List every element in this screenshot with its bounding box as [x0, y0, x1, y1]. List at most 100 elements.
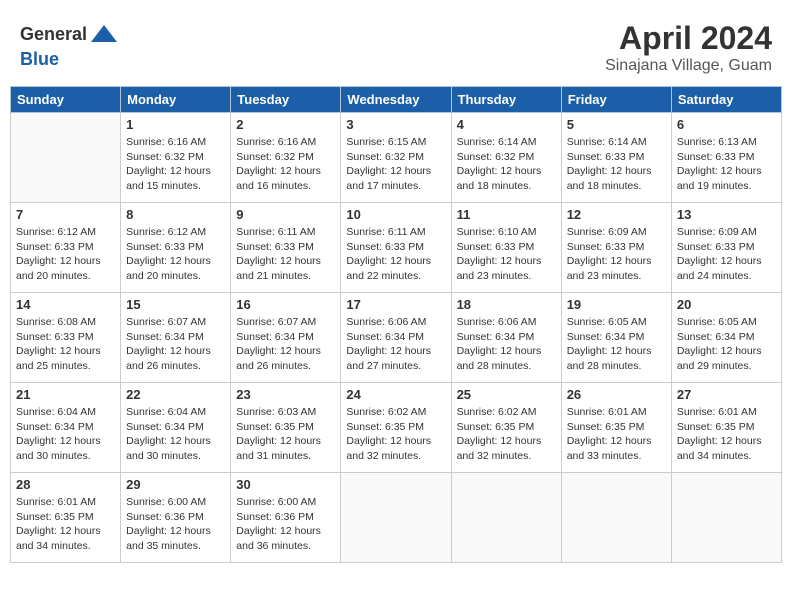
day-info: Sunrise: 6:01 AMSunset: 6:35 PMDaylight:…: [16, 495, 115, 554]
calendar-cell: [341, 473, 451, 563]
calendar-cell: 21 Sunrise: 6:04 AMSunset: 6:34 PMDayligh…: [11, 383, 121, 473]
day-info: Sunrise: 6:10 AMSunset: 6:33 PMDaylight:…: [457, 225, 556, 284]
day-number: 11: [457, 207, 556, 222]
calendar-table: SundayMondayTuesdayWednesdayThursdayFrid…: [10, 86, 782, 563]
calendar-cell: 14 Sunrise: 6:08 AMSunset: 6:33 PMDayligh…: [11, 293, 121, 383]
calendar-cell: 20 Sunrise: 6:05 AMSunset: 6:34 PMDayligh…: [671, 293, 781, 383]
logo-blue: Blue: [20, 49, 59, 69]
calendar-cell: 28 Sunrise: 6:01 AMSunset: 6:35 PMDayligh…: [11, 473, 121, 563]
week-row: 14 Sunrise: 6:08 AMSunset: 6:33 PMDayligh…: [11, 293, 782, 383]
title-block: April 2024 Sinajana Village, Guam: [605, 20, 772, 75]
day-number: 30: [236, 477, 335, 492]
calendar-cell: 8 Sunrise: 6:12 AMSunset: 6:33 PMDaylight…: [121, 203, 231, 293]
day-number: 10: [346, 207, 445, 222]
calendar-cell: [671, 473, 781, 563]
logo-general: General: [20, 24, 87, 44]
day-number: 13: [677, 207, 776, 222]
calendar-cell: 22 Sunrise: 6:04 AMSunset: 6:34 PMDayligh…: [121, 383, 231, 473]
day-number: 25: [457, 387, 556, 402]
calendar-cell: 30 Sunrise: 6:00 AMSunset: 6:36 PMDayligh…: [231, 473, 341, 563]
day-info: Sunrise: 6:15 AMSunset: 6:32 PMDaylight:…: [346, 135, 445, 194]
calendar-cell: 25 Sunrise: 6:02 AMSunset: 6:35 PMDayligh…: [451, 383, 561, 473]
calendar-cell: 27Sunrise: 6:01 AMSunset: 6:35 PMDayligh…: [671, 383, 781, 473]
day-number: 19: [567, 297, 666, 312]
calendar-cell: 12Sunrise: 6:09 AMSunset: 6:33 PMDayligh…: [561, 203, 671, 293]
day-info: Sunrise: 6:14 AMSunset: 6:33 PMDaylight:…: [567, 135, 666, 194]
day-number: 12: [567, 207, 666, 222]
week-row: 1 Sunrise: 6:16 AMSunset: 6:32 PMDaylight…: [11, 113, 782, 203]
calendar-cell: 24Sunrise: 6:02 AMSunset: 6:35 PMDayligh…: [341, 383, 451, 473]
logo-text: General Blue: [20, 20, 119, 70]
weekday-header-row: SundayMondayTuesdayWednesdayThursdayFrid…: [11, 87, 782, 113]
day-info: Sunrise: 6:07 AMSunset: 6:34 PMDaylight:…: [126, 315, 225, 374]
day-number: 2: [236, 117, 335, 132]
weekday-header: Tuesday: [231, 87, 341, 113]
calendar-cell: [561, 473, 671, 563]
day-number: 14: [16, 297, 115, 312]
calendar-cell: 26 Sunrise: 6:01 AMSunset: 6:35 PMDayligh…: [561, 383, 671, 473]
calendar-cell: 7 Sunrise: 6:12 AMSunset: 6:33 PMDaylight…: [11, 203, 121, 293]
weekday-header: Friday: [561, 87, 671, 113]
day-info: Sunrise: 6:01 AMSunset: 6:35 PMDaylight:…: [567, 405, 666, 464]
logo: General Blue: [20, 20, 119, 70]
day-info: Sunrise: 6:05 AMSunset: 6:34 PMDaylight:…: [567, 315, 666, 374]
calendar-cell: 10 Sunrise: 6:11 AMSunset: 6:33 PMDayligh…: [341, 203, 451, 293]
day-number: 22: [126, 387, 225, 402]
weekday-header: Saturday: [671, 87, 781, 113]
day-info: Sunrise: 6:08 AMSunset: 6:33 PMDaylight:…: [16, 315, 115, 374]
day-info: Sunrise: 6:12 AMSunset: 6:33 PMDaylight:…: [16, 225, 115, 284]
week-row: 7 Sunrise: 6:12 AMSunset: 6:33 PMDaylight…: [11, 203, 782, 293]
day-info: Sunrise: 6:09 AMSunset: 6:33 PMDaylight:…: [677, 225, 776, 284]
day-number: 27: [677, 387, 776, 402]
day-number: 29: [126, 477, 225, 492]
day-info: Sunrise: 6:11 AMSunset: 6:33 PMDaylight:…: [346, 225, 445, 284]
calendar-cell: 16 Sunrise: 6:07 AMSunset: 6:34 PMDayligh…: [231, 293, 341, 383]
day-number: 1: [126, 117, 225, 132]
day-info: Sunrise: 6:00 AMSunset: 6:36 PMDaylight:…: [236, 495, 335, 554]
day-info: Sunrise: 6:06 AMSunset: 6:34 PMDaylight:…: [457, 315, 556, 374]
day-number: 5: [567, 117, 666, 132]
day-info: Sunrise: 6:04 AMSunset: 6:34 PMDaylight:…: [126, 405, 225, 464]
calendar-cell: 17Sunrise: 6:06 AMSunset: 6:34 PMDayligh…: [341, 293, 451, 383]
day-info: Sunrise: 6:12 AMSunset: 6:33 PMDaylight:…: [126, 225, 225, 284]
day-number: 3: [346, 117, 445, 132]
calendar-cell: 29 Sunrise: 6:00 AMSunset: 6:36 PMDayligh…: [121, 473, 231, 563]
calendar-cell: 3 Sunrise: 6:15 AMSunset: 6:32 PMDaylight…: [341, 113, 451, 203]
day-info: Sunrise: 6:05 AMSunset: 6:34 PMDaylight:…: [677, 315, 776, 374]
page-header: General Blue April 2024 Sinajana Village…: [10, 10, 782, 80]
day-number: 28: [16, 477, 115, 492]
calendar-cell: 13 Sunrise: 6:09 AMSunset: 6:33 PMDayligh…: [671, 203, 781, 293]
day-number: 26: [567, 387, 666, 402]
day-info: Sunrise: 6:04 AMSunset: 6:34 PMDaylight:…: [16, 405, 115, 464]
weekday-header: Wednesday: [341, 87, 451, 113]
calendar-cell: [451, 473, 561, 563]
day-number: 8: [126, 207, 225, 222]
calendar-cell: 4 Sunrise: 6:14 AMSunset: 6:32 PMDaylight…: [451, 113, 561, 203]
day-number: 17: [346, 297, 445, 312]
day-number: 9: [236, 207, 335, 222]
calendar-cell: [11, 113, 121, 203]
calendar-cell: 19 Sunrise: 6:05 AMSunset: 6:34 PMDayligh…: [561, 293, 671, 383]
week-row: 21 Sunrise: 6:04 AMSunset: 6:34 PMDayligh…: [11, 383, 782, 473]
day-number: 6: [677, 117, 776, 132]
day-number: 20: [677, 297, 776, 312]
day-number: 16: [236, 297, 335, 312]
day-info: Sunrise: 6:07 AMSunset: 6:34 PMDaylight:…: [236, 315, 335, 374]
day-info: Sunrise: 6:00 AMSunset: 6:36 PMDaylight:…: [126, 495, 225, 554]
day-number: 21: [16, 387, 115, 402]
day-info: Sunrise: 6:02 AMSunset: 6:35 PMDaylight:…: [457, 405, 556, 464]
day-number: 23: [236, 387, 335, 402]
day-number: 15: [126, 297, 225, 312]
month-year-title: April 2024: [605, 20, 772, 57]
day-info: Sunrise: 6:11 AMSunset: 6:33 PMDaylight:…: [236, 225, 335, 284]
weekday-header: Sunday: [11, 87, 121, 113]
weekday-header: Monday: [121, 87, 231, 113]
day-info: Sunrise: 6:14 AMSunset: 6:32 PMDaylight:…: [457, 135, 556, 194]
day-number: 7: [16, 207, 115, 222]
day-info: Sunrise: 6:16 AMSunset: 6:32 PMDaylight:…: [126, 135, 225, 194]
day-info: Sunrise: 6:16 AMSunset: 6:32 PMDaylight:…: [236, 135, 335, 194]
calendar-cell: 1 Sunrise: 6:16 AMSunset: 6:32 PMDaylight…: [121, 113, 231, 203]
day-number: 4: [457, 117, 556, 132]
week-row: 28 Sunrise: 6:01 AMSunset: 6:35 PMDayligh…: [11, 473, 782, 563]
calendar-cell: 23Sunrise: 6:03 AMSunset: 6:35 PMDayligh…: [231, 383, 341, 473]
